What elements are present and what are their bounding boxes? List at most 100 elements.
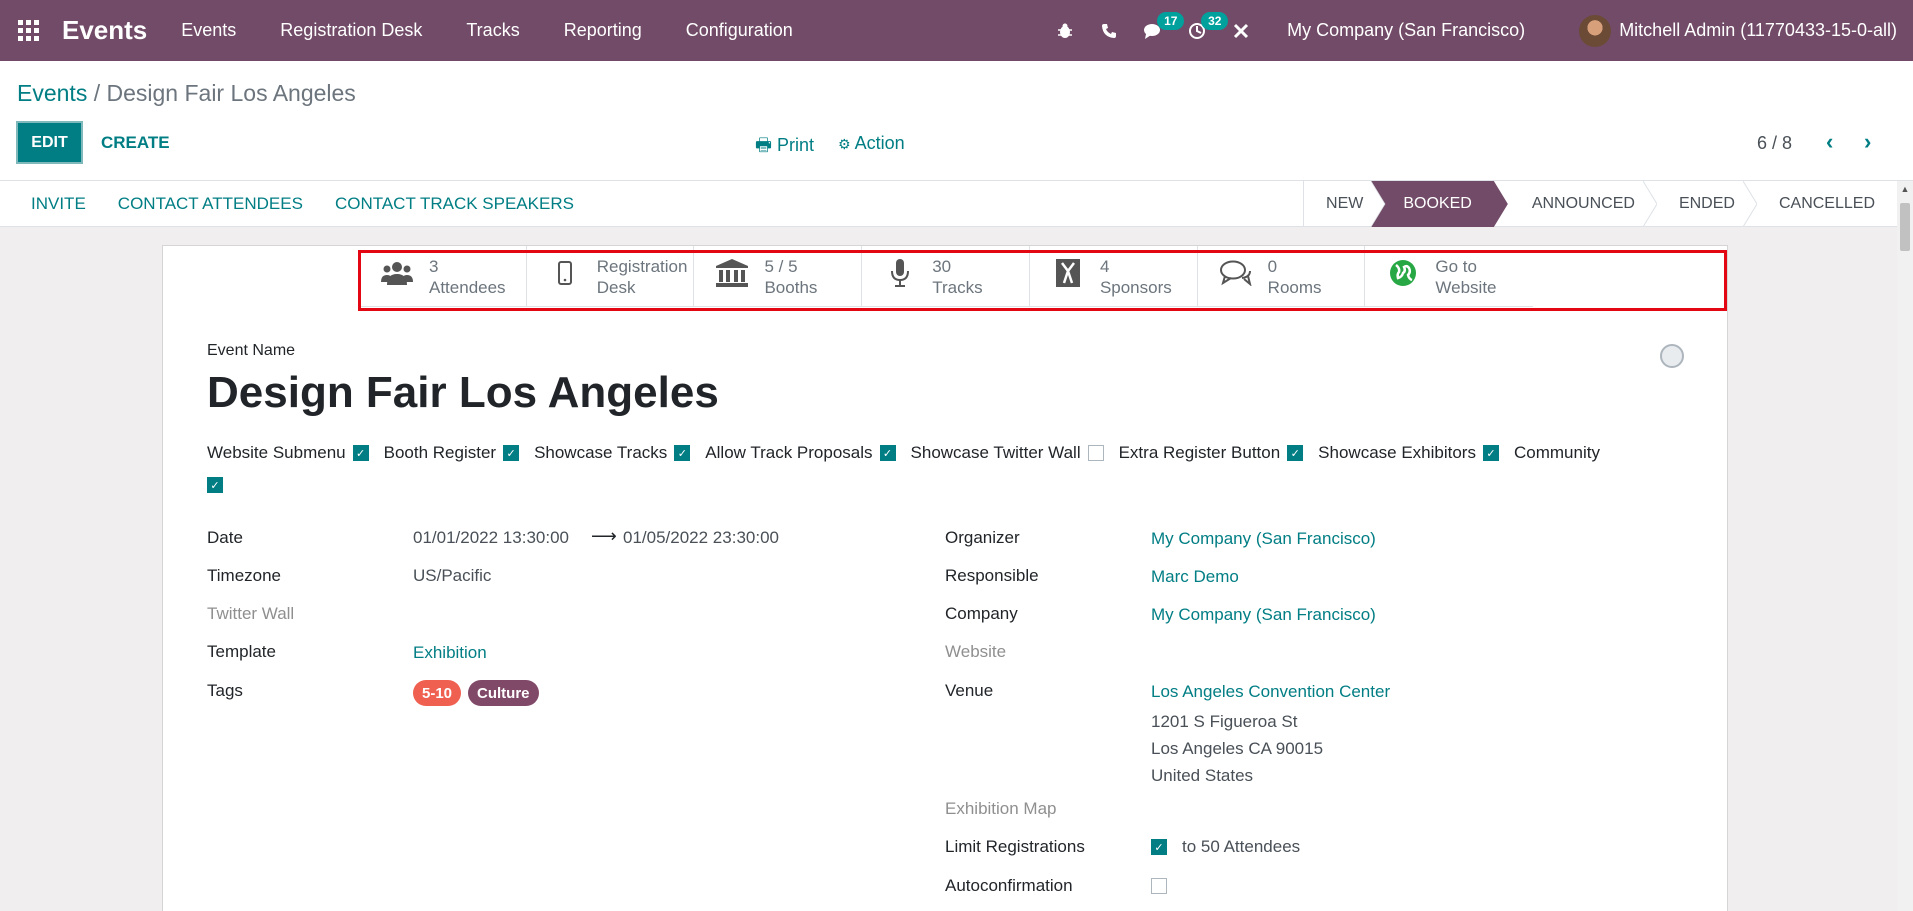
app-brand[interactable]: Events [62, 15, 147, 46]
scroll-up-arrow-icon[interactable]: ▲ [1897, 181, 1913, 197]
date-start-field[interactable]: 01/01/2022 13:30:00 [413, 528, 569, 548]
menu-configuration[interactable]: Configuration [686, 20, 793, 41]
showcase-twitter-wall-checkbox[interactable] [1087, 445, 1104, 461]
limit-registrations-checkbox[interactable]: ✓ [1151, 839, 1167, 855]
timezone-field[interactable]: US/Pacific [413, 566, 491, 586]
tag-badge[interactable]: 5-10 [413, 680, 462, 706]
stage-announced[interactable]: ANNOUNCED [1494, 181, 1657, 227]
stage-new[interactable]: NEW [1304, 181, 1385, 227]
option-label: Community [1513, 443, 1600, 462]
rooms-label: Rooms [1267, 277, 1322, 297]
contact-track-speakers-button[interactable]: CONTACT TRACK SPEAKERS [318, 194, 574, 214]
tags-label: Tags [207, 681, 243, 700]
breadcrumb-separator: / [93, 80, 101, 106]
invite-button[interactable]: INVITE [14, 194, 86, 214]
chevron-left-icon[interactable]: ‹ [1826, 129, 1833, 155]
extra-register-button-checkbox[interactable]: ✓ [1287, 445, 1304, 461]
user-menu[interactable]: Mitchell Admin (11770433-15-0-all) [1619, 20, 1897, 41]
timezone-label: Timezone [207, 566, 282, 585]
venue-link[interactable]: Los Angeles Convention Center [1151, 682, 1390, 702]
website-options: Website Submenu ✓ Booth Register ✓ Showc… [207, 442, 1697, 496]
autoconfirmation-checkbox[interactable] [1151, 878, 1167, 894]
form-sheet: 3 Attendees Registration Desk 5 / 5 Booths … [162, 245, 1728, 911]
print-icon: 🖶 [755, 135, 772, 155]
create-button[interactable]: CREATE [101, 133, 170, 153]
organizer-link[interactable]: My Company (San Francisco) [1151, 529, 1376, 549]
template-link[interactable]: Exhibition [413, 643, 487, 663]
menu-events[interactable]: Events [181, 20, 236, 41]
control-panel: Events / Design Fair Los Angeles EDIT CR… [0, 61, 1913, 181]
print-label: Print [777, 135, 815, 155]
chat-icon[interactable]: 17 [1131, 0, 1185, 61]
option-community-checkbox-row: ✓ [207, 474, 1682, 496]
exhibition-map-label: Exhibition Map [945, 799, 1057, 818]
showcase-exhibitors-checkbox[interactable]: ✓ [1482, 445, 1499, 461]
menu-tracks[interactable]: Tracks [466, 20, 519, 41]
page-scrollbar[interactable]: ▲ [1897, 181, 1913, 911]
showcase-tracks-checkbox[interactable]: ✓ [674, 445, 691, 461]
event-title[interactable]: Design Fair Los Angeles [207, 368, 719, 418]
autoconfirmation-label: Autoconfirmation [945, 876, 1073, 895]
limit-registrations-value[interactable]: to 50 Attendees [1182, 837, 1300, 857]
chevron-right-icon[interactable]: › [1864, 129, 1871, 155]
breadcrumb-parent[interactable]: Events [17, 80, 87, 106]
date-end-field[interactable]: 01/05/2022 23:30:00 [623, 528, 779, 548]
option-extra-register-button: Extra Register Button ✓ [1119, 442, 1304, 464]
go-to-website-line1: Go to [1435, 256, 1477, 276]
pager-value[interactable]: 6 / 8 [1757, 133, 1792, 154]
apps-menu-icon[interactable] [0, 0, 56, 61]
limit-registrations-label: Limit Registrations [945, 837, 1085, 856]
stage-cancelled[interactable]: CANCELLED [1757, 181, 1897, 227]
community-checkbox[interactable]: ✓ [207, 477, 223, 493]
venue-label: Venue [945, 681, 994, 700]
bank-icon [714, 259, 750, 294]
bug-icon[interactable] [1043, 0, 1087, 61]
activity-clock-icon[interactable]: 32 [1175, 0, 1229, 61]
attendees-count: 3 [429, 256, 439, 276]
option-label: Website Submenu [207, 443, 346, 462]
contact-attendees-button[interactable]: CONTACT ATTENDEES [101, 194, 303, 214]
website-submenu-checkbox[interactable]: ✓ [352, 445, 369, 461]
option-showcase-tracks: Showcase Tracks ✓ [534, 442, 691, 464]
microphone-icon [882, 259, 918, 294]
stage-ended[interactable]: ENDED [1657, 181, 1757, 227]
booths-smart-button[interactable]: 5 / 5 Booths [694, 246, 863, 307]
edit-button[interactable]: EDIT [16, 121, 83, 164]
option-label: Showcase Twitter Wall [910, 443, 1081, 462]
registration-desk-line2: Desk [596, 277, 636, 297]
tracks-smart-button[interactable]: 30 Tracks [862, 246, 1030, 307]
go-to-website-smart-button[interactable]: Go to Website [1365, 246, 1533, 307]
registration-desk-line1: Registration [596, 256, 688, 276]
booths-label: Booths [764, 277, 818, 297]
sponsor-icon [1050, 259, 1086, 294]
booth-register-checkbox[interactable]: ✓ [503, 445, 520, 461]
tools-icon[interactable] [1219, 0, 1263, 61]
sponsors-smart-button[interactable]: 4 Sponsors [1030, 246, 1198, 307]
registration-desk-smart-button[interactable]: Registration Desk [527, 246, 695, 307]
breadcrumb-current: Design Fair Los Angeles [106, 80, 356, 106]
mobile-icon [547, 261, 583, 292]
scroll-thumb[interactable] [1900, 203, 1910, 251]
menu-reporting[interactable]: Reporting [564, 20, 642, 41]
allow-track-proposals-checkbox[interactable]: ✓ [879, 445, 896, 461]
tag-badge[interactable]: Culture [468, 680, 539, 706]
phone-icon[interactable] [1087, 0, 1131, 61]
systray: 17 32 My Company (San Francisco) Mitchel… [1043, 0, 1913, 61]
venue-city: Los Angeles CA 90015 [1151, 739, 1324, 758]
company-switcher[interactable]: My Company (San Francisco) [1287, 20, 1525, 41]
menu-registration-desk[interactable]: Registration Desk [280, 20, 422, 41]
action-button[interactable]: ⚙ Action [838, 133, 905, 154]
rooms-smart-button[interactable]: 0 Rooms [1198, 246, 1366, 307]
sponsors-label: Sponsors [1099, 277, 1172, 297]
company-link[interactable]: My Company (San Francisco) [1151, 605, 1376, 625]
globe-icon [1385, 259, 1421, 294]
main-menu: Events Registration Desk Tracks Reportin… [181, 20, 837, 41]
user-avatar[interactable] [1579, 14, 1612, 47]
attendees-smart-button[interactable]: 3 Attendees [359, 246, 527, 307]
print-button[interactable]: 🖶 Print [755, 133, 814, 163]
kanban-state-indicator[interactable] [1660, 344, 1684, 368]
go-to-website-line2: Website [1435, 277, 1497, 297]
option-booth-register: Booth Register ✓ [384, 442, 520, 464]
responsible-link[interactable]: Marc Demo [1151, 567, 1239, 587]
stage-booked[interactable]: BOOKED [1371, 181, 1507, 227]
